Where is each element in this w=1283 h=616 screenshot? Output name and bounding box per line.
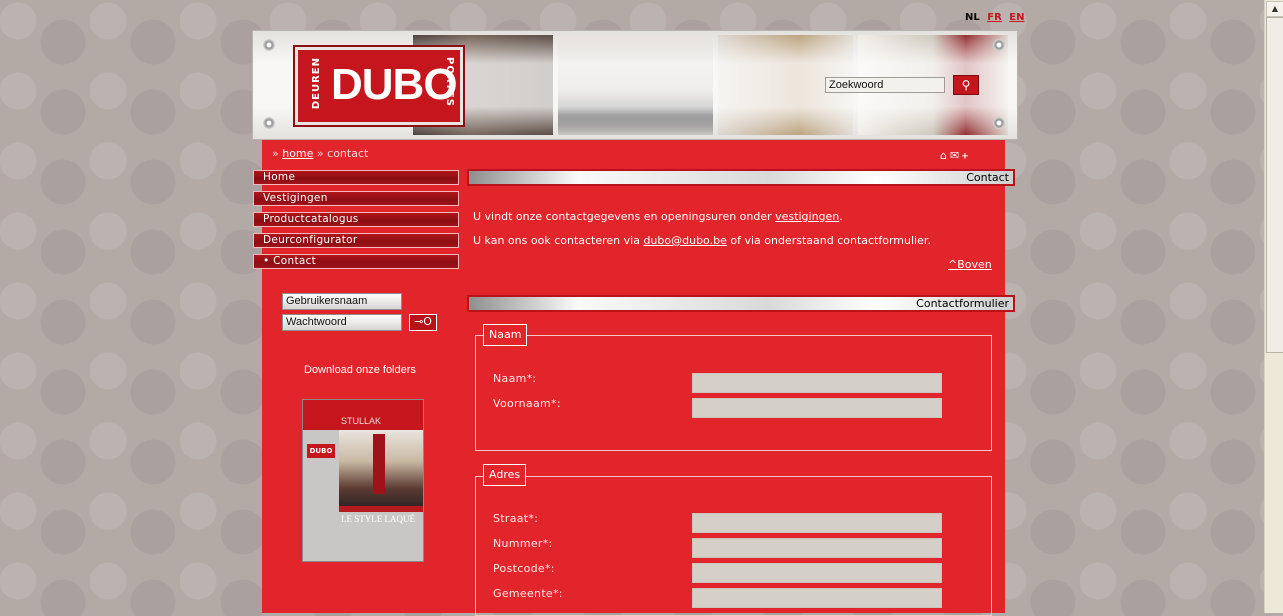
nav-item-label: Home xyxy=(263,171,296,183)
header-banner: DEUREN DUBO PORTES Zoekwoord ⚲ xyxy=(252,30,1018,140)
breadcrumb-current: contact xyxy=(327,147,369,160)
header-icons: ⌂✉ᚐ xyxy=(940,149,971,162)
nav-item-vestigingen[interactable]: Vestigingen xyxy=(253,191,459,206)
nav-item-label: Vestigingen xyxy=(263,192,328,204)
text-fragment: U vindt onze contactgegevens en openings… xyxy=(473,210,776,223)
label-postcode: Postcode*: xyxy=(493,562,555,575)
username-input[interactable]: Gebruikersnaam xyxy=(282,293,402,310)
contact-line-2: U kan ons ook contacteren via dubo@dubo.… xyxy=(473,234,931,247)
folder-cover-image[interactable]: STULLAK DUBO LE STYLE LAQUÉ xyxy=(302,399,424,562)
fieldset-naam xyxy=(475,335,992,451)
breadcrumb-separator: » xyxy=(316,147,324,160)
screw-icon xyxy=(993,39,1005,51)
nav-item-contact[interactable]: • Contact xyxy=(253,254,459,269)
nummer-input[interactable] xyxy=(692,538,942,558)
section-bar-contactformulier: Contactformulier xyxy=(467,295,1015,312)
label-voornaam: Voornaam*: xyxy=(493,397,561,410)
nav-item-productcatalogus[interactable]: Productcatalogus xyxy=(253,212,459,227)
magnifier-icon: ⚲ xyxy=(961,78,971,92)
search-input[interactable]: Zoekwoord xyxy=(825,77,945,93)
vertical-scrollbar[interactable]: ▲ xyxy=(1264,0,1283,613)
breadcrumb: » home » contact xyxy=(272,147,368,160)
text-fragment: U kan ons ook contacteren via xyxy=(473,234,644,247)
screw-icon xyxy=(263,39,275,51)
cover-title: STULLAK xyxy=(341,416,382,426)
login-button[interactable]: ⊸O xyxy=(409,314,437,331)
back-to-top-link[interactable]: ^Boven xyxy=(948,258,992,271)
label-naam: Naam*: xyxy=(493,372,537,385)
text-fragment: . xyxy=(839,210,843,223)
naam-input[interactable] xyxy=(692,373,942,393)
legend-adres: Adres xyxy=(483,464,527,486)
contact-line-1: U vindt onze contactgegevens en openings… xyxy=(473,210,843,223)
search-button[interactable]: ⚲ xyxy=(953,75,979,95)
scroll-up-arrow-icon[interactable]: ▲ xyxy=(1266,1,1283,17)
section-title: Contact xyxy=(966,171,1009,184)
text-fragment: of via onderstaand contactformulier. xyxy=(726,234,931,247)
nav-item-label: • Contact xyxy=(263,255,317,267)
vestigingen-link[interactable]: vestigingen xyxy=(775,210,839,223)
logo-word: DUBO xyxy=(331,60,458,109)
legend-naam: Naam xyxy=(483,324,528,346)
language-fr-link[interactable]: FR xyxy=(987,12,1002,23)
postcode-input[interactable] xyxy=(692,563,942,583)
label-straat: Straat*: xyxy=(493,512,539,525)
cover-logo: DUBO xyxy=(307,444,335,458)
sitemap-icon[interactable]: ᚐ xyxy=(962,149,970,162)
breadcrumb-separator: » xyxy=(272,147,279,160)
logo-deuren-text: DEUREN xyxy=(311,57,322,110)
section-title: Contactformulier xyxy=(916,297,1009,310)
section-bar-contact: Contact xyxy=(467,169,1015,186)
password-input[interactable]: Wachtwoord xyxy=(282,314,402,331)
breadcrumb-home-link[interactable]: home xyxy=(282,147,313,160)
folders-title: Download onze folders xyxy=(304,364,416,376)
screw-icon xyxy=(993,117,1005,129)
language-nl: NL xyxy=(965,12,980,23)
screw-icon xyxy=(263,117,275,129)
mail-icon[interactable]: ✉ xyxy=(950,149,962,162)
cover-strip xyxy=(339,506,423,512)
voornaam-input[interactable] xyxy=(692,398,942,418)
scroll-thumb[interactable] xyxy=(1266,17,1283,353)
label-nummer: Nummer*: xyxy=(493,537,553,550)
straat-input[interactable] xyxy=(692,513,942,533)
cover-tagline: LE STYLE LAQUÉ xyxy=(341,514,415,524)
nav-item-label: Productcatalogus xyxy=(263,213,359,225)
nav-item-home[interactable]: Home xyxy=(253,170,459,185)
email-link[interactable]: dubo@dubo.be xyxy=(643,234,726,247)
key-icon: ⊸O xyxy=(414,315,432,328)
logo-portes-text: PORTES xyxy=(444,57,455,107)
dubo-logo[interactable]: DEUREN DUBO PORTES xyxy=(293,45,465,127)
home-icon[interactable]: ⌂ xyxy=(940,149,950,162)
language-selector: NL FR EN xyxy=(965,12,1028,23)
label-gemeente: Gemeente*: xyxy=(493,587,563,600)
gemeente-input[interactable] xyxy=(692,588,942,608)
nav-item-deurconfigurator[interactable]: Deurconfigurator xyxy=(253,233,459,248)
cover-curtain xyxy=(373,434,385,494)
language-en-link[interactable]: EN xyxy=(1009,12,1024,23)
nav-item-label: Deurconfigurator xyxy=(263,234,358,246)
